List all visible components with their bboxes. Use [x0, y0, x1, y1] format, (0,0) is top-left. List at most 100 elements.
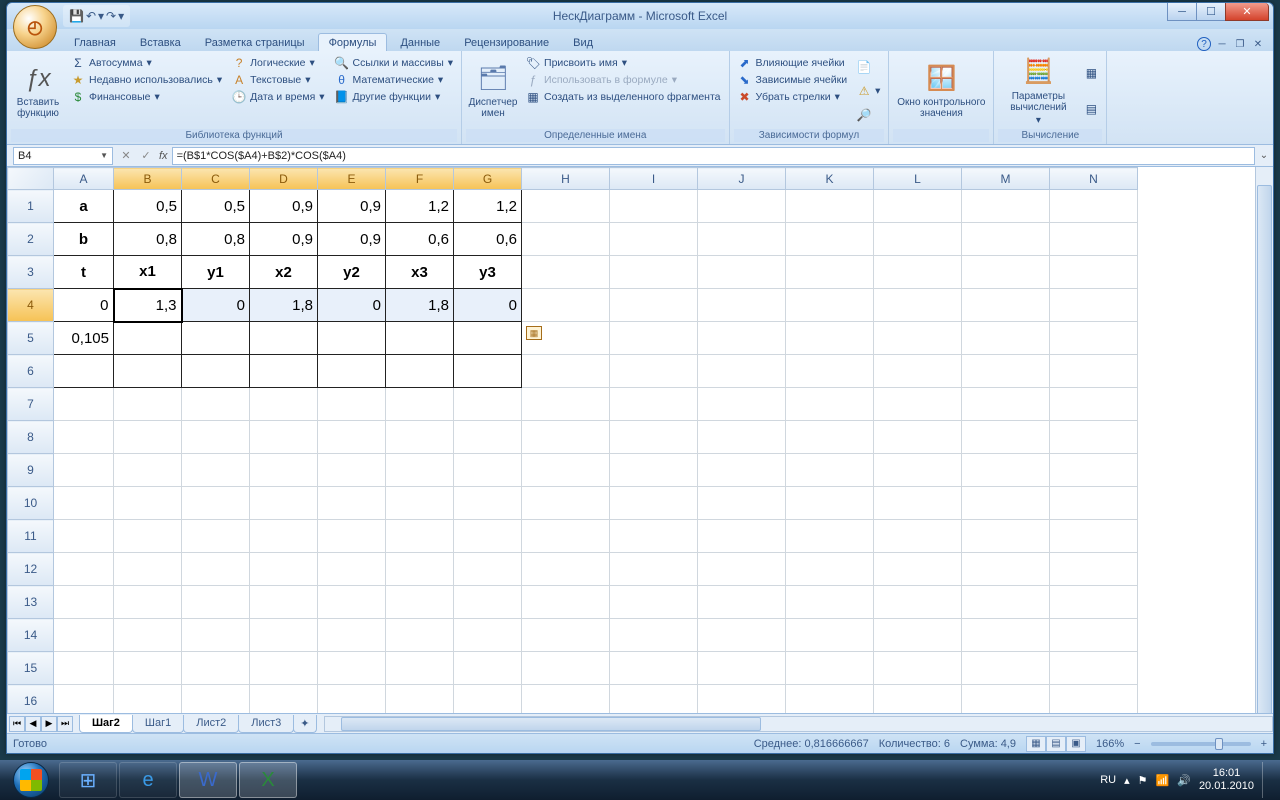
- row-header[interactable]: 4: [8, 289, 54, 322]
- row-header[interactable]: 11: [8, 520, 54, 553]
- view-layout-button[interactable]: ▤: [1046, 736, 1066, 752]
- qat-dd-icon[interactable]: ▾: [98, 9, 104, 23]
- help-icon[interactable]: ?: [1197, 37, 1211, 51]
- tray-up-icon[interactable]: ▴: [1124, 774, 1130, 787]
- sheet-tab[interactable]: Лист2: [183, 715, 239, 733]
- tray-clock[interactable]: 16:01 20.01.2010: [1199, 767, 1254, 793]
- row-header[interactable]: 13: [8, 586, 54, 619]
- cell[interactable]: y1: [182, 256, 250, 289]
- sheet-tab[interactable]: Лист3: [238, 715, 294, 733]
- taskbar-excel[interactable]: X: [239, 762, 297, 798]
- cell[interactable]: 0: [54, 289, 114, 322]
- row-header[interactable]: 6: [8, 355, 54, 388]
- view-normal-button[interactable]: ▦: [1026, 736, 1046, 752]
- fx-label-icon[interactable]: fx: [159, 150, 168, 162]
- col-header[interactable]: I: [610, 168, 698, 190]
- tab-view[interactable]: Вид: [562, 33, 604, 51]
- scroll-thumb[interactable]: [341, 717, 761, 731]
- col-header[interactable]: F: [386, 168, 454, 190]
- cancel-icon[interactable]: ✕: [117, 147, 135, 165]
- expand-formula-icon[interactable]: ⌄: [1255, 150, 1273, 161]
- next-tab-button[interactable]: ▶: [41, 716, 57, 732]
- maximize-button[interactable]: ☐: [1196, 3, 1226, 21]
- cell[interactable]: 0,105: [54, 322, 114, 355]
- row-header[interactable]: 8: [8, 421, 54, 454]
- tray-flag-icon[interactable]: ⚑: [1138, 774, 1148, 787]
- taskbar-word[interactable]: W: [179, 762, 237, 798]
- doc-restore-icon[interactable]: ❐: [1233, 37, 1247, 51]
- last-tab-button[interactable]: ⏭: [57, 716, 73, 732]
- show-desktop-button[interactable]: [1262, 762, 1272, 798]
- cell[interactable]: 0,6: [454, 223, 522, 256]
- cell[interactable]: 1,2: [454, 190, 522, 223]
- tray-network-icon[interactable]: 📶: [1156, 774, 1170, 787]
- cell[interactable]: 0,9: [318, 190, 386, 223]
- cell[interactable]: 0: [182, 289, 250, 322]
- insert-function-button[interactable]: ƒx Вставить функцию: [11, 53, 65, 129]
- evaluate-button[interactable]: 🔎: [853, 107, 884, 123]
- create-selection-button[interactable]: ▦Создать из выделенного фрагмента: [522, 89, 724, 105]
- cell[interactable]: t: [54, 256, 114, 289]
- row-header[interactable]: 5: [8, 322, 54, 355]
- col-header[interactable]: C: [182, 168, 250, 190]
- vertical-scrollbar[interactable]: [1255, 167, 1273, 713]
- tab-insert[interactable]: Вставка: [129, 33, 192, 51]
- watch-window-button[interactable]: 🪟 Окно контрольного значения: [893, 53, 989, 129]
- cell[interactable]: x2: [250, 256, 318, 289]
- grid[interactable]: A B C D E F G H I J K L M N 1a0,50,50,90…: [7, 167, 1255, 713]
- horizontal-scrollbar[interactable]: [324, 716, 1274, 732]
- calc-options-button[interactable]: 🧮 Параметры вычислений ▾: [998, 53, 1078, 129]
- cell[interactable]: 0,9: [250, 190, 318, 223]
- row-header[interactable]: 10: [8, 487, 54, 520]
- cell[interactable]: 0,5: [114, 190, 182, 223]
- close-button[interactable]: ✕: [1225, 3, 1269, 21]
- use-formula-button[interactable]: ƒИспользовать в формуле ▾: [522, 72, 724, 88]
- text-button[interactable]: AТекстовые ▾: [228, 72, 328, 88]
- new-sheet-button[interactable]: ✦: [293, 715, 316, 733]
- define-name-button[interactable]: 🏷Присвоить имя ▾: [522, 55, 724, 71]
- cell[interactable]: y2: [318, 256, 386, 289]
- qat-save-icon[interactable]: 💾: [69, 9, 84, 23]
- cell[interactable]: 0,8: [114, 223, 182, 256]
- col-header[interactable]: D: [250, 168, 318, 190]
- zoom-in-button[interactable]: +: [1261, 738, 1267, 750]
- prev-tab-button[interactable]: ◀: [25, 716, 41, 732]
- recent-button[interactable]: ★Недавно использовались ▾: [67, 72, 226, 88]
- minimize-button[interactable]: ─: [1167, 3, 1197, 21]
- formula-input[interactable]: =(B$1*COS($A4)+B$2)*COS($A4): [172, 147, 1255, 165]
- autosum-button[interactable]: ΣАвтосумма ▾: [67, 55, 226, 71]
- qat-undo-icon[interactable]: ↶: [86, 9, 96, 23]
- cell[interactable]: 1,8: [250, 289, 318, 322]
- financial-button[interactable]: $Финансовые ▾: [67, 89, 226, 105]
- col-header[interactable]: N: [1050, 168, 1138, 190]
- cell[interactable]: b: [54, 223, 114, 256]
- ribbon-minimize-icon[interactable]: ─: [1215, 37, 1229, 51]
- trace-dependents-button[interactable]: ⬊Зависимые ячейки: [734, 72, 852, 88]
- tab-home[interactable]: Главная: [63, 33, 127, 51]
- cell[interactable]: 0,5: [182, 190, 250, 223]
- qat-redo-icon[interactable]: ↷: [106, 9, 116, 23]
- cell[interactable]: 0,6: [386, 223, 454, 256]
- col-header[interactable]: M: [962, 168, 1050, 190]
- cell[interactable]: 0,9: [250, 223, 318, 256]
- tab-data[interactable]: Данные: [389, 33, 451, 51]
- cell[interactable]: 1,8: [386, 289, 454, 322]
- name-manager-button[interactable]: 🗂 Диспетчер имен: [466, 53, 520, 129]
- name-box[interactable]: B4▼: [13, 147, 113, 165]
- sheet-tab[interactable]: Шаг2: [79, 715, 133, 733]
- row-header[interactable]: 16: [8, 685, 54, 714]
- row-header[interactable]: 9: [8, 454, 54, 487]
- calc-sheet-button[interactable]: ▤: [1080, 101, 1102, 117]
- select-all-corner[interactable]: [8, 168, 54, 190]
- col-header[interactable]: A: [54, 168, 114, 190]
- zoom-slider[interactable]: [1151, 742, 1251, 746]
- cell[interactable]: a: [54, 190, 114, 223]
- autofill-smart-tag[interactable]: ▦: [526, 326, 542, 340]
- scroll-thumb[interactable]: [1257, 185, 1272, 713]
- row-header[interactable]: 15: [8, 652, 54, 685]
- row-header[interactable]: 2: [8, 223, 54, 256]
- cell[interactable]: x1: [114, 256, 182, 289]
- cell[interactable]: y3: [454, 256, 522, 289]
- cell[interactable]: 0,8: [182, 223, 250, 256]
- tray-lang[interactable]: RU: [1100, 774, 1116, 786]
